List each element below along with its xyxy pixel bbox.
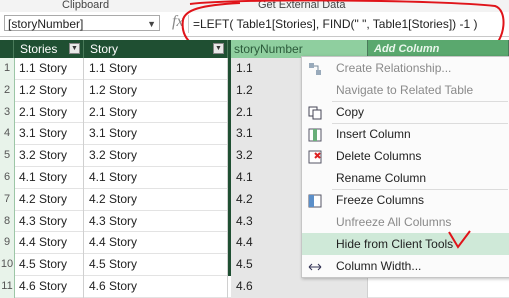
menu-item-label: Hide from Client Tools [336,237,454,251]
menu-item-label: Insert Column [336,127,411,141]
menu-item-delete-columns[interactable]: Delete Columns [302,145,509,167]
menu-item-label: Freeze Columns [336,193,425,207]
freeze-icon [308,193,322,208]
table-cell-stories[interactable]: 4.6 Story [14,276,84,298]
menu-item-freeze-columns[interactable]: Freeze Columns [302,189,509,211]
delete-column-icon [308,149,322,164]
relationship-icon [308,61,322,75]
row-number[interactable]: 2 [0,79,15,102]
table-cell-story[interactable]: 4.6 Story [84,276,228,298]
menu-item-label: Delete Columns [336,149,422,163]
row-number[interactable]: 11 [0,276,15,298]
menu-item-label: Unfreeze All Columns [336,215,452,229]
column-header-label: Story [90,42,119,56]
table-cell-stories[interactable]: 4.1 Story [14,167,84,189]
menu-item-insert-column[interactable]: Insert Column [302,123,509,145]
table-cell-story[interactable]: 1.2 Story [84,79,228,102]
formula-input[interactable]: =LEFT( Table1[Stories], FIND(" ", Table1… [188,15,509,33]
menu-item-unfreeze-all-columns[interactable]: Unfreeze All Columns [302,211,509,233]
menu-item-label: Copy [336,105,365,119]
table-cell-stories[interactable]: 4.4 Story [14,232,84,255]
filter-dropdown-icon[interactable]: ▼ [69,43,80,54]
menu-item-label: Create Relationship... [336,61,452,75]
column-width-icon [308,259,322,273]
insert-column-icon [308,127,322,142]
table-cell-story[interactable]: 3.1 Story [84,123,228,146]
menu-item-label: Navigate to Related Table [336,83,474,97]
selected-column-border [228,40,231,276]
table-cell-story[interactable]: 1.1 Story [84,58,228,80]
row-number[interactable]: 6 [0,167,15,189]
ribbon-group-clipboard: Clipboard [62,0,110,11]
context-menu: Create Relationship... Navigate to Relate… [301,56,509,278]
name-box-value: [storyNumber] [8,17,84,31]
row-number[interactable]: 3 [0,101,15,124]
column-header-label: Add Column [374,43,440,55]
column-header-label: storyNumber [234,42,303,56]
table-cell-stories[interactable]: 4.5 Story [14,254,84,276]
fx-icon[interactable]: fx [172,13,184,31]
corner-header[interactable] [0,40,14,58]
menu-item-label: Column Width... [336,259,422,273]
menu-item-hide-from-client-tools[interactable]: Hide from Client Tools [302,233,509,255]
column-header-story[interactable]: Story ▼ [84,40,228,58]
table-cell-story[interactable]: 4.4 Story [84,232,228,255]
table-cell-story[interactable]: 4.1 Story [84,167,228,189]
menu-item-copy[interactable]: Copy [302,101,509,123]
table-cell-stories[interactable]: 4.2 Story [14,188,84,211]
table-cell-stories[interactable]: 1.1 Story [14,58,84,80]
table-cell-story[interactable]: 3.2 Story [84,145,228,167]
ribbon-group-get-external-data: Get External Data [258,0,346,11]
row-number[interactable]: 9 [0,232,15,255]
row-number[interactable]: 4 [0,123,15,146]
row-number[interactable]: 10 [0,254,15,276]
table-cell-stories[interactable]: 3.2 Story [14,145,84,167]
table-cell-stories[interactable]: 1.2 Story [14,79,84,102]
row-number[interactable]: 1 [0,58,15,80]
menu-item-rename-column[interactable]: Rename Column [302,167,509,189]
row-number[interactable]: 8 [0,210,15,233]
table-cell-story[interactable]: 4.5 Story [84,254,228,276]
filter-dropdown-icon[interactable]: ▼ [213,43,224,54]
menu-item-column-width[interactable]: Column Width... [302,255,509,277]
menu-item-label: Rename Column [336,171,427,185]
table-cell-story[interactable]: 4.2 Story [84,188,228,211]
column-header-stories[interactable]: Stories ▼ [14,40,84,58]
column-header-label: Stories [20,42,58,56]
table-cell-stories[interactable]: 2.1 Story [14,101,84,124]
table-cell-story[interactable]: 2.1 Story [84,101,228,124]
table-cell-stories[interactable]: 4.3 Story [14,210,84,233]
table-cell-stories[interactable]: 3.1 Story [14,123,84,146]
table-cell-storynumber[interactable]: 4.6 [231,276,368,298]
row-number[interactable]: 5 [0,145,15,167]
menu-item-navigate-to-related-table[interactable]: Navigate to Related Table [302,79,509,101]
table-cell-story[interactable]: 4.3 Story [84,210,228,233]
formula-bar: [storyNumber] ▼ fx =LEFT( Table1[Stories… [0,12,509,37]
chevron-down-icon[interactable]: ▼ [147,16,156,32]
menu-item-create-relationship[interactable]: Create Relationship... [302,57,509,79]
name-box[interactable]: [storyNumber] ▼ [4,15,160,31]
copy-icon [308,105,322,120]
row-number[interactable]: 7 [0,188,15,211]
